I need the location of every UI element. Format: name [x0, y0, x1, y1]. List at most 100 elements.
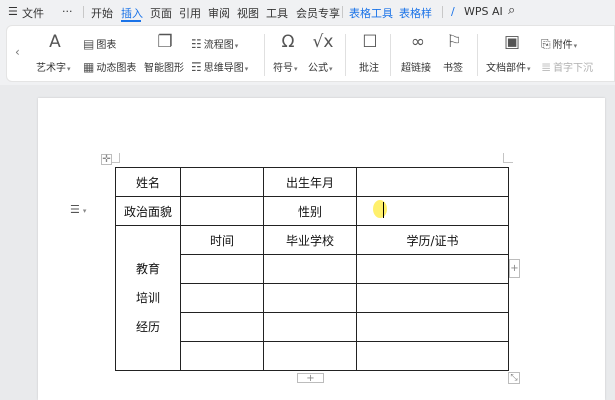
name-label-cell[interactable]: 姓名: [115, 167, 181, 197]
table-cell[interactable]: [180, 341, 264, 371]
table-cell[interactable]: [180, 283, 264, 313]
smart-shape-icon[interactable]: ❐: [152, 32, 178, 52]
formula-label: 公式: [308, 63, 328, 74]
symbol-button[interactable]: 符号▾: [273, 59, 298, 74]
mindmap-button[interactable]: ☶ 思维导图▾: [191, 59, 248, 74]
table-cell[interactable]: [180, 312, 264, 342]
menu-separator: [342, 6, 343, 18]
doc-parts-label: 文档部件: [486, 63, 526, 74]
ribbon-separator: [264, 34, 265, 76]
tab-page[interactable]: 页面: [150, 5, 172, 21]
doc-parts-button[interactable]: 文档部件▾: [486, 59, 531, 74]
art-text-button[interactable]: 艺术字▾: [36, 59, 71, 74]
table-cell[interactable]: [180, 254, 264, 284]
birth-value-cell[interactable]: [356, 167, 509, 197]
caret-down-icon: ▾: [294, 65, 298, 73]
caret-down-icon: ▾: [67, 65, 71, 73]
art-text-icon[interactable]: A: [42, 32, 68, 52]
hamburger-menu-icon[interactable]: ☰: [8, 5, 18, 18]
formula-button[interactable]: 公式▾: [308, 59, 333, 74]
table-row: 政治面貌 性别: [115, 196, 509, 226]
tab-review[interactable]: 审阅: [208, 5, 230, 21]
dynamic-chart-icon: ▦: [83, 60, 95, 74]
dynamic-chart-button[interactable]: ▦ 动态图表: [83, 59, 136, 74]
caret-down-icon: ▾: [234, 42, 239, 50]
table-cell[interactable]: [356, 283, 509, 313]
add-row-plus-icon[interactable]: +: [297, 373, 324, 384]
flowchart-button[interactable]: ☷ 流程图▾: [191, 36, 238, 51]
table-cell[interactable]: [263, 283, 357, 313]
drop-cap-icon: ≣: [541, 60, 552, 74]
ribbon-toolbar: ‹ A 艺术字▾ ▤ 图表 ▦ 动态图表 ❐ 智能图形 ☷ 流程图▾ ☶ 思维导图▾ Ω…: [6, 25, 615, 82]
table-move-handle-icon[interactable]: ✛: [101, 154, 112, 165]
politics-label-cell[interactable]: 政治面貌: [115, 196, 181, 226]
table-cell[interactable]: [356, 341, 509, 371]
symbol-label: 符号: [273, 63, 293, 74]
tab-member[interactable]: 会员专享: [296, 5, 340, 21]
dynamic-chart-label: 动态图表: [96, 63, 137, 74]
tab-table-style[interactable]: 表格样: [399, 5, 432, 21]
tab-insert[interactable]: 插入: [121, 5, 143, 21]
gender-label-cell[interactable]: 性别: [263, 196, 357, 226]
margin-mark-top-right: [503, 153, 513, 163]
school-header-cell[interactable]: 毕业学校: [263, 225, 357, 255]
ribbon-separator: [390, 34, 391, 76]
table-cell[interactable]: [356, 312, 509, 342]
table-row: 姓名 出生年月: [115, 167, 509, 197]
art-text-label: 艺术字: [36, 63, 66, 74]
name-value-cell[interactable]: [180, 167, 264, 197]
table-cell[interactable]: [263, 254, 357, 284]
flowchart-icon: ☷: [191, 37, 202, 51]
cursor-highlight: [373, 200, 387, 218]
table-cell[interactable]: [356, 254, 509, 284]
education-label-line: 经历: [135, 319, 160, 334]
caret-down-icon: ▾: [573, 42, 578, 50]
tab-references[interactable]: 引用: [179, 5, 201, 21]
hyperlink-icon[interactable]: ∞: [405, 32, 431, 52]
caret-down-icon: ▾: [527, 65, 531, 73]
drop-cap-button[interactable]: ≣ 首字下沉: [541, 59, 593, 74]
smart-shape-button[interactable]: 智能图形: [144, 59, 184, 74]
ribbon-separator: [477, 34, 478, 76]
birth-label-cell[interactable]: 出生年月: [263, 167, 357, 197]
attachment-label: 附件: [552, 40, 573, 51]
tab-wps-ai[interactable]: WPS AI: [464, 5, 503, 18]
table-cell[interactable]: [263, 341, 357, 371]
degree-header-cell[interactable]: 学历/证书: [356, 225, 509, 255]
menu-separator: [83, 6, 84, 18]
caret-down-icon: ▾: [82, 207, 87, 215]
more-menu-icon[interactable]: ···: [62, 5, 73, 18]
search-icon[interactable]: ⌕: [508, 3, 515, 18]
bookmark-button[interactable]: 书签: [443, 59, 463, 74]
tab-view[interactable]: 视图: [237, 5, 259, 21]
table-resize-handle-icon[interactable]: ⤡: [508, 372, 520, 384]
resume-table: 姓名 出生年月 政治面貌 性别 教育 培训 经历 时间 毕业学校 学历/证书: [115, 167, 509, 371]
row-options-icon[interactable]: ☰ ▾: [70, 203, 86, 216]
chart-button[interactable]: ▤ 图表: [83, 36, 116, 51]
education-label-cell[interactable]: 教育 培训 经历: [115, 225, 181, 371]
wps-ai-icon[interactable]: ∕: [451, 5, 455, 18]
symbol-icon[interactable]: Ω: [275, 32, 301, 52]
attachment-button[interactable]: ⎘ 附件▾: [541, 36, 577, 52]
file-menu[interactable]: 文件: [22, 5, 44, 21]
text-caret: [383, 202, 384, 218]
doc-parts-icon[interactable]: ▣: [499, 32, 525, 52]
caret-down-icon: ▾: [244, 65, 249, 73]
politics-value-cell[interactable]: [180, 196, 264, 226]
drop-cap-label: 首字下沉: [553, 63, 594, 74]
tab-tools[interactable]: 工具: [266, 5, 288, 21]
menu-separator: [442, 6, 443, 18]
hyperlink-button[interactable]: 超链接: [401, 59, 431, 74]
comment-button[interactable]: 批注: [359, 59, 379, 74]
formula-icon[interactable]: √x: [310, 32, 336, 52]
bookmark-icon[interactable]: ⚐: [441, 32, 467, 52]
table-cell[interactable]: [263, 312, 357, 342]
tab-home[interactable]: 开始: [91, 5, 113, 21]
chevron-left-icon[interactable]: ‹: [15, 45, 20, 59]
add-column-plus-icon[interactable]: +: [509, 259, 520, 278]
comment-icon[interactable]: ☐: [357, 32, 383, 52]
tab-table-tools[interactable]: 表格工具: [349, 5, 393, 21]
time-header-cell[interactable]: 时间: [180, 225, 264, 255]
mindmap-label: 思维导图: [203, 63, 244, 74]
flowchart-label: 流程图: [203, 40, 234, 51]
